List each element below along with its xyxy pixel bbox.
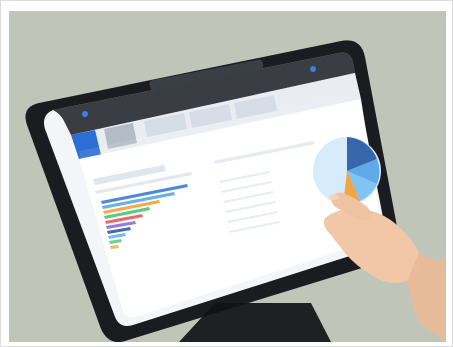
browser-tab-icon[interactable] xyxy=(82,111,88,117)
photo-frame xyxy=(0,0,453,347)
fingertip xyxy=(329,194,339,200)
scene-svg xyxy=(9,11,446,342)
browser-share-icon[interactable] xyxy=(310,66,316,72)
